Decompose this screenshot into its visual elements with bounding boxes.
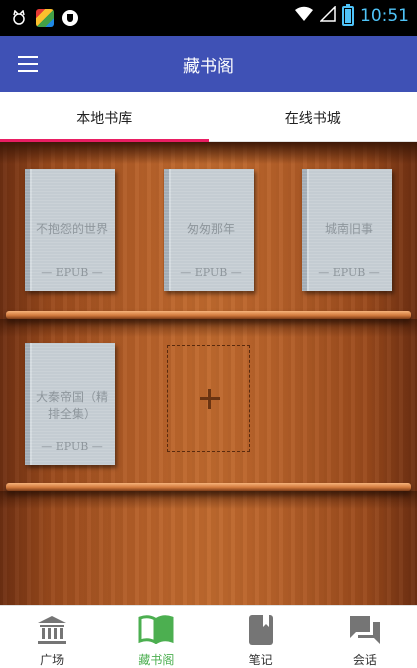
shield-icon bbox=[62, 10, 78, 26]
book-format-tag: — EPUB — bbox=[318, 266, 380, 279]
shelf-plank bbox=[6, 311, 411, 319]
book-title: 不抱怨的世界 bbox=[35, 222, 108, 236]
bookshelf: 不抱怨的世界 — EPUB — 匆匆那年 — EPUB — 城南旧事 — EPU… bbox=[0, 142, 417, 605]
book-title: 匆匆那年 bbox=[186, 222, 235, 236]
book-cover[interactable]: 不抱怨的世界 — EPUB — bbox=[25, 169, 115, 291]
clock: 10:51 bbox=[360, 6, 409, 26]
book-format-tag: — EPUB — bbox=[41, 266, 103, 279]
tab-bar: 本地书库 在线书城 bbox=[0, 92, 417, 142]
shelf-shadow bbox=[0, 491, 417, 509]
nav-item-plaza[interactable]: 广场 bbox=[0, 606, 104, 668]
shelf-shadow bbox=[0, 319, 417, 337]
bottom-navigation: 广场 藏书阁 笔记 会话 bbox=[0, 605, 417, 668]
nav-label: 笔记 bbox=[248, 653, 273, 667]
page-title: 藏书阁 bbox=[183, 57, 234, 77]
shelf-plank bbox=[6, 483, 411, 491]
photos-app-icon bbox=[36, 9, 54, 27]
book-cover[interactable]: 城南旧事 — EPUB — bbox=[302, 169, 392, 291]
nav-item-chat[interactable]: 会话 bbox=[313, 606, 417, 668]
nav-item-library[interactable]: 藏书阁 bbox=[104, 606, 208, 668]
tab-online-store[interactable]: 在线书城 bbox=[209, 92, 417, 141]
nav-label: 会话 bbox=[352, 653, 377, 667]
battery-icon bbox=[342, 4, 354, 26]
chat-icon bbox=[348, 614, 382, 650]
tab-local-library[interactable]: 本地书库 bbox=[0, 92, 209, 142]
nav-label: 广场 bbox=[40, 653, 65, 667]
book-format-tag: — EPUB — bbox=[180, 266, 242, 279]
nav-label: 藏书阁 bbox=[138, 653, 175, 667]
notebook-icon bbox=[248, 614, 274, 650]
book-cover[interactable]: 大秦帝国（精排全集） — EPUB — bbox=[25, 343, 115, 465]
signal-icon bbox=[319, 5, 336, 26]
add-book-button[interactable] bbox=[167, 345, 250, 452]
app-bar: 藏书阁 bbox=[0, 36, 417, 92]
book-title: 城南旧事 bbox=[324, 222, 373, 236]
bank-icon bbox=[35, 614, 69, 650]
book-format-tag: — EPUB — bbox=[41, 440, 103, 453]
open-book-icon bbox=[138, 614, 174, 648]
book-cover[interactable]: 匆匆那年 — EPUB — bbox=[164, 169, 254, 291]
nav-item-notes[interactable]: 笔记 bbox=[209, 606, 313, 668]
cat-notification-icon bbox=[10, 9, 28, 27]
book-title: 大秦帝国（精排全集） bbox=[35, 390, 108, 421]
wifi-icon bbox=[294, 6, 314, 26]
status-bar: 10:51 bbox=[0, 0, 417, 36]
